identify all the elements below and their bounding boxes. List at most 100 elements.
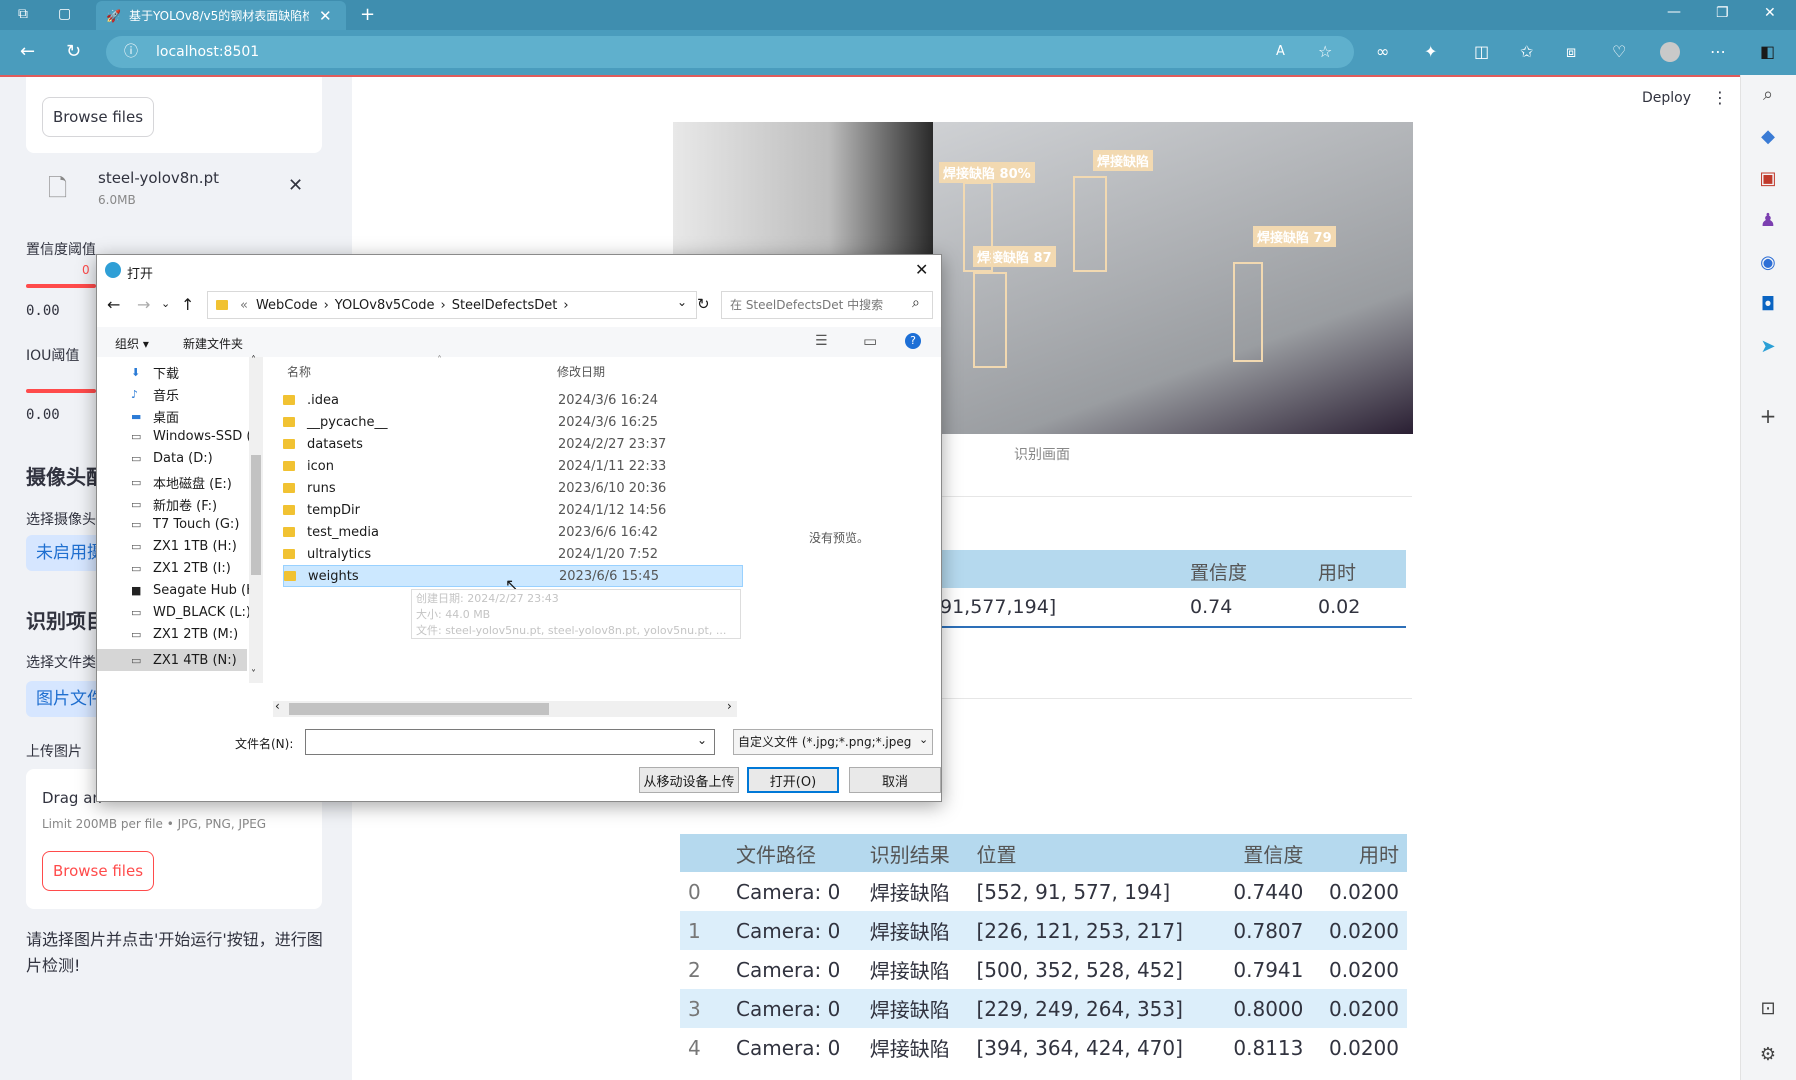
dialog-forward-icon[interactable]: → <box>137 295 150 314</box>
preview-pane-icon[interactable]: ▭ <box>863 332 877 350</box>
col-name-header[interactable]: 名称 <box>287 363 311 380</box>
nav-item-drive-n[interactable]: ▭ ZX1 4TB (N:) <box>97 649 247 671</box>
refresh-icon[interactable]: ↻ <box>66 41 81 62</box>
new-folder-button[interactable]: 新建文件夹 <box>183 335 243 352</box>
upload-from-mobile-button[interactable]: 从移动设备上传 <box>639 767 739 793</box>
split-screen-icon[interactable]: ◫ <box>1474 42 1489 61</box>
sidebar-toggle-icon[interactable]: ◧ <box>1760 42 1775 61</box>
confidence-slider[interactable] <box>26 284 96 288</box>
breadcrumb-item[interactable]: WebCode <box>256 298 318 313</box>
file-type-filter[interactable]: 自定义文件 (*.jpg;*.png;*.jpeg <box>733 729 933 755</box>
up-folder-icon[interactable]: ↑ <box>181 295 194 314</box>
browser-essentials-icon[interactable]: ♡ <box>1612 42 1626 61</box>
nav-item-drive-c[interactable]: ▭ Windows-SSD (C <box>131 429 261 444</box>
hscroll-left-icon[interactable]: ‹ <box>275 699 280 713</box>
filename-input[interactable] <box>305 729 715 755</box>
dialog-search-input[interactable]: 在 SteelDefectsDet 中搜索 <box>721 291 933 319</box>
tab-actions-icon[interactable]: ▢ <box>58 6 71 22</box>
back-icon[interactable]: ← <box>20 41 35 62</box>
file-row[interactable]: icon 2024/1/11 22:33 <box>283 455 743 477</box>
iou-slider[interactable] <box>26 389 96 393</box>
nav-scroll-up-icon[interactable]: ˄ <box>251 355 256 366</box>
dialog-close-icon[interactable]: ✕ <box>915 260 928 279</box>
file-row[interactable]: tempDir 2024/1/12 14:56 <box>283 499 743 521</box>
tag-icon[interactable]: ◆ <box>1755 126 1781 147</box>
file-row[interactable]: runs 2023/6/10 20:36 <box>283 477 743 499</box>
main-menu-icon[interactable]: ⋮ <box>1712 88 1728 107</box>
browse-files-top-button[interactable]: Browse files <box>42 97 154 137</box>
remove-file-icon[interactable]: ✕ <box>288 175 303 196</box>
url-bar[interactable]: ⓘ localhost:8501 A ☆ <box>106 36 1354 68</box>
col-date-header[interactable]: 修改日期 <box>557 363 605 380</box>
collections-icon[interactable]: ⧈ <box>1566 42 1576 62</box>
workspaces-icon[interactable]: ⧉ <box>18 6 28 22</box>
help-icon[interactable]: ? <box>905 333 921 349</box>
breadcrumb[interactable]: « WebCode › YOLOv8v5Code › SteelDefectsD… <box>207 291 697 319</box>
read-aloud-icon[interactable]: A <box>1276 36 1285 68</box>
file-row[interactable]: __pycache__ 2024/3/6 16:25 <box>283 411 743 433</box>
browser-tab[interactable]: 🚀 基于YOLOv8/v5的钢材表面缺陷检 ✕ <box>96 1 346 30</box>
open-button[interactable]: 打开(O) <box>747 767 839 793</box>
send-icon[interactable]: ➤ <box>1755 336 1781 357</box>
minimize-icon[interactable]: — <box>1667 4 1681 20</box>
extension-infinity-icon[interactable]: ∞ <box>1376 42 1389 61</box>
filename-dropdown-icon[interactable]: ⌄ <box>697 733 707 747</box>
nav-scrollbar-thumb[interactable] <box>251 455 261 575</box>
favorite-star-icon[interactable]: ☆ <box>1318 36 1332 68</box>
nav-item-drive-g[interactable]: ▭ T7 Touch (G:) <box>131 517 239 532</box>
nav-item-drive-f[interactable]: ▭ 新加卷 (F:) <box>131 495 217 514</box>
restore-icon[interactable]: ❐ <box>1716 5 1729 21</box>
filter-dropdown-icon[interactable]: ⌄ <box>919 733 928 746</box>
nav-item-music[interactable]: ♪ 音乐 <box>131 385 179 404</box>
games-icon[interactable]: ♟ <box>1755 210 1781 231</box>
more-menu-icon[interactable]: ⋯ <box>1710 42 1726 61</box>
breadcrumb-overflow[interactable]: « <box>240 298 248 313</box>
deploy-button[interactable]: Deploy <box>1642 90 1691 106</box>
new-tab-icon[interactable]: + <box>360 4 375 25</box>
breadcrumb-item[interactable]: SteelDefectsDet <box>452 298 558 313</box>
hscrollbar-thumb[interactable] <box>289 703 549 715</box>
dialog-titlebar[interactable]: 打开 ✕ <box>97 255 941 287</box>
nav-item-drive-d[interactable]: ▭ Data (D:) <box>131 451 213 466</box>
row-index: 0 <box>688 879 701 904</box>
nav-item-downloads[interactable]: ⬇ 下载 <box>131 363 179 382</box>
file-name: test_media <box>307 524 379 540</box>
toolbox-icon[interactable]: ▣ <box>1755 168 1781 189</box>
breadcrumb-item[interactable]: YOLOv8v5Code <box>335 298 435 313</box>
info-icon[interactable]: ⓘ <box>124 36 138 68</box>
nav-item-drive-m[interactable]: ▭ ZX1 2TB (M:) <box>131 627 238 642</box>
browse-files-bottom-button[interactable]: Browse files <box>42 851 154 891</box>
search-icon[interactable]: ⌕ <box>1755 84 1781 105</box>
recent-locations-icon[interactable]: ⌄ <box>161 297 170 310</box>
file-row[interactable]: .idea 2024/3/6 16:24 <box>283 389 743 411</box>
nav-item-drive-i[interactable]: ▭ ZX1 2TB (I:) <box>131 561 231 576</box>
extensions-puzzle-icon[interactable]: ✦ <box>1424 42 1437 61</box>
tab-close-icon[interactable]: ✕ <box>319 7 332 25</box>
profile-avatar[interactable] <box>1660 42 1680 62</box>
nav-scroll-down-icon[interactable]: ˅ <box>251 669 256 680</box>
file-name: tempDir <box>307 502 360 518</box>
file-row[interactable]: ultralytics 2024/1/20 7:52 <box>283 543 743 565</box>
copilot-icon[interactable]: ◉ <box>1755 252 1781 273</box>
nav-item-drive-k[interactable]: ■ Seagate Hub (K: <box>131 583 259 598</box>
nav-item-drive-e[interactable]: ▭ 本地磁盘 (E:) <box>131 473 232 492</box>
dialog-search-icon[interactable]: ⌕ <box>912 295 920 311</box>
settings-gear-icon[interactable]: ⚙ <box>1755 1044 1781 1065</box>
dialog-refresh-icon[interactable]: ↻ <box>697 295 710 313</box>
file-row[interactable]: datasets 2024/2/27 23:37 <box>283 433 743 455</box>
dialog-back-icon[interactable]: ← <box>107 295 120 314</box>
favorites-icon[interactable]: ✩ <box>1520 42 1533 61</box>
file-row[interactable]: test_media 2023/6/6 16:42 <box>283 521 743 543</box>
screenshot-icon[interactable]: ⊡ <box>1755 998 1781 1019</box>
view-options-icon[interactable]: ☰ <box>815 333 828 349</box>
breadcrumb-dropdown-icon[interactable]: ⌄ <box>677 295 687 309</box>
window-close-icon[interactable]: ✕ <box>1764 5 1776 21</box>
nav-item-drive-h[interactable]: ▭ ZX1 1TB (H:) <box>131 539 237 554</box>
outlook-icon[interactable]: ◘ <box>1755 294 1781 315</box>
add-sidebar-app-icon[interactable]: + <box>1755 404 1781 428</box>
cancel-button[interactable]: 取消 <box>849 767 941 793</box>
hscroll-right-icon[interactable]: › <box>727 699 732 713</box>
nav-item-desktop[interactable]: ▬ 桌面 <box>131 407 179 426</box>
organize-menu[interactable]: 组织 ▾ <box>115 335 149 352</box>
nav-item-drive-l[interactable]: ▭ WD_BLACK (L:) <box>131 605 251 620</box>
